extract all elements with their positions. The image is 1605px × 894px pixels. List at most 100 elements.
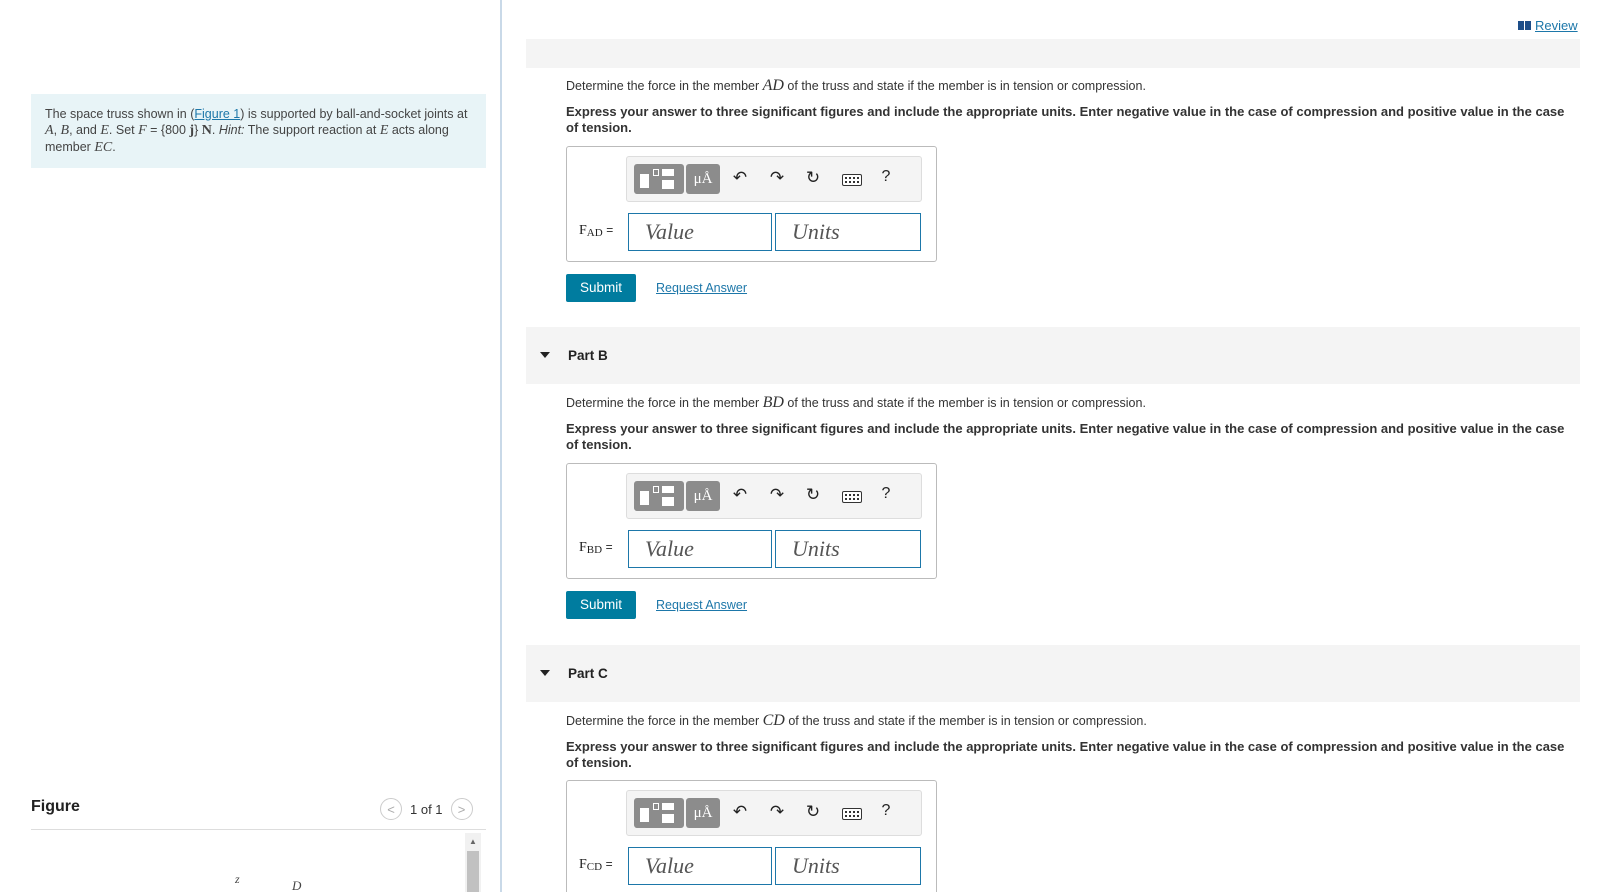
value-input[interactable]: Value [628,847,772,885]
book-icon [1518,21,1531,30]
pane-divider[interactable] [500,0,502,892]
mu-angstrom-icon[interactable]: μÅ [686,481,720,511]
part-c-header[interactable]: Part C [526,645,1580,702]
units-input[interactable]: Units [775,530,921,568]
mu-angstrom-icon[interactable]: μÅ [686,798,720,828]
figure-link[interactable]: Figure 1 [194,107,240,121]
templates-icon[interactable] [634,481,684,511]
figure-divider [31,829,486,830]
equals-sign: = [605,540,613,554]
force-f: F [138,123,147,138]
joint-b: B [60,123,70,138]
help-icon[interactable]: ? [875,802,897,820]
part-b-label: Part B [568,348,608,363]
joint-e: E [100,123,109,138]
request-answer-link[interactable]: Request Answer [656,281,747,295]
redo-icon[interactable]: ↷ [766,802,788,822]
equals-sign: = [605,857,613,871]
problem-text: The support reaction at [244,123,380,137]
redo-icon[interactable]: ↷ [766,485,788,505]
undo-icon[interactable]: ↶ [729,485,751,505]
part-b-instruction: Express your answer to three significant… [566,421,1565,452]
equals-sign: = [606,223,614,237]
scroll-up-icon[interactable]: ▲ [465,837,481,847]
force-label-ad: FAD = [579,223,613,239]
question-text: of the truss and state if the member is … [784,714,1147,728]
request-answer-link[interactable]: Request Answer [656,598,747,612]
part-a-question: Determine the force in the member AD of … [566,77,1146,95]
figure-axis-z: z [235,872,240,886]
force-subscript: BD [586,544,603,556]
unit-newton: N [201,123,212,138]
keyboard-icon[interactable] [842,491,862,503]
value-input[interactable]: Value [628,213,772,251]
keyboard-icon[interactable] [842,174,862,186]
redo-icon[interactable]: ↷ [766,168,788,188]
keyboard-icon[interactable] [842,808,862,820]
disclosure-triangle-icon[interactable] [540,670,550,676]
problem-text: , [53,123,61,137]
force-symbol: F [579,223,587,238]
question-text: of the truss and state if the member is … [783,396,1146,410]
force-label-cd: FCD = [579,857,613,873]
part-a-header [526,39,1580,68]
part-a-answer-box: μÅ ↶ ↷ ↻ ? FAD = Value Units [566,146,937,262]
problem-text: . [112,140,116,154]
part-b-answer-box: μÅ ↶ ↷ ↻ ? FBD = Value Units [566,463,937,579]
help-icon[interactable]: ? [875,485,897,503]
part-b-header[interactable]: Part B [526,327,1580,384]
part-c-instruction: Express your answer to three significant… [566,739,1565,770]
part-a-instruction: Express your answer to three significant… [566,104,1565,135]
figure-counter: 1 of 1 [410,801,443,817]
part-c-answer-box: μÅ ↶ ↷ ↻ ? FCD = Value Units [566,780,937,892]
chevron-right-icon[interactable]: > [450,798,473,820]
review-link[interactable]: Review [1518,18,1578,33]
problem-text: The space truss shown in ( [45,107,195,121]
force-subscript: CD [586,861,603,873]
part-c-label: Part C [568,666,608,681]
question-text: Determine the force in the member [566,714,763,728]
force-symbol: F [579,540,587,555]
submit-button[interactable]: Submit [566,274,636,302]
part-c-question: Determine the force in the member CD of … [566,712,1147,730]
units-input[interactable]: Units [775,847,921,885]
problem-text: ) is supported by ball-and-socket joints… [240,107,468,121]
force-label-bd: FBD = [579,540,613,556]
force-symbol: F [579,857,587,872]
joint-a: A [45,123,54,138]
figure-navigation: < 1 of 1 > [380,798,473,820]
member-ad: AD [762,77,784,94]
problem-text: } [194,123,202,137]
math-toolbar: μÅ ↶ ↷ ↻ ? [626,156,922,202]
templates-icon[interactable] [634,798,684,828]
disclosure-triangle-icon[interactable] [540,352,550,358]
member-cd: CD [762,712,785,729]
chevron-left-icon[interactable]: < [380,798,402,820]
value-input[interactable]: Value [628,530,772,568]
math-toolbar: μÅ ↶ ↷ ↻ ? [626,790,922,836]
undo-icon[interactable]: ↶ [729,802,751,822]
help-icon[interactable]: ? [875,168,897,186]
reset-icon[interactable]: ↻ [802,802,824,822]
member-bd: BD [762,394,784,411]
question-text: Determine the force in the member [566,396,763,410]
problem-text: . Set [108,123,139,137]
math-toolbar: μÅ ↶ ↷ ↻ ? [626,473,922,519]
undo-icon[interactable]: ↶ [729,168,751,188]
units-input[interactable]: Units [775,213,921,251]
question-text: Determine the force in the member [566,79,763,93]
review-label: Review [1535,18,1578,33]
member-ec: EC [94,140,113,155]
problem-text: . [211,123,219,137]
scrollbar-thumb[interactable] [467,851,479,892]
submit-button[interactable]: Submit [566,591,636,619]
reset-icon[interactable]: ↻ [802,168,824,188]
force-subscript: AD [586,227,603,239]
figure-title: Figure [31,798,80,815]
figure-scrollbar[interactable]: ▲ [465,833,481,892]
templates-icon[interactable] [634,164,684,194]
problem-statement: The space truss shown in (Figure 1) is s… [31,94,486,168]
mu-angstrom-icon[interactable]: μÅ [686,164,720,194]
problem-text: = {800 [146,123,190,137]
reset-icon[interactable]: ↻ [802,485,824,505]
